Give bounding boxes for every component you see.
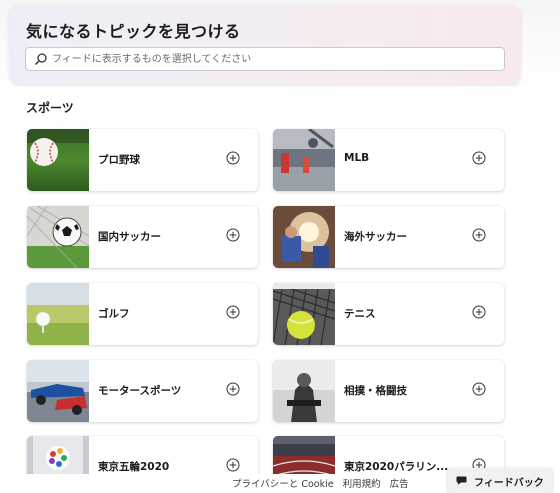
stadium-icon: [273, 129, 335, 191]
topic-label: モータースポーツ: [98, 385, 182, 397]
topic-thumbnail: [273, 206, 335, 268]
topic-thumbnail: [27, 129, 89, 191]
topic-label: 国内サッカー: [98, 231, 161, 243]
race-car-icon: [27, 360, 89, 422]
topic-tile-overseas-soccer[interactable]: 海外サッカー: [273, 206, 504, 268]
feedback-icon: [456, 476, 467, 485]
search-icon: [34, 53, 47, 66]
privacy-cookie-link[interactable]: プライバシーと Cookie: [232, 479, 334, 490]
topic-label: 相撲・格闘技: [344, 385, 407, 397]
ads-link[interactable]: 広告: [390, 479, 409, 490]
fighter-icon: [273, 360, 335, 422]
page-title: 気になるトピックを見つける: [26, 22, 241, 41]
add-circle-icon[interactable]: [226, 305, 240, 319]
footer-links: プライバシーと Cookie 利用規約 広告: [232, 476, 418, 490]
topic-search-box[interactable]: [25, 47, 505, 71]
golf-ball-icon: [27, 283, 89, 345]
terms-link[interactable]: 利用規約: [343, 479, 381, 490]
add-circle-icon[interactable]: [226, 382, 240, 396]
topic-label: テニス: [344, 308, 376, 320]
add-circle-icon[interactable]: [226, 228, 240, 242]
topic-thumbnail: [27, 283, 89, 345]
add-circle-icon[interactable]: [472, 228, 486, 242]
soccer-player-icon: [273, 206, 335, 268]
add-circle-icon[interactable]: [472, 305, 486, 319]
topic-tile-domestic-soccer[interactable]: 国内サッカー: [27, 206, 258, 268]
topic-thumbnail: [273, 129, 335, 191]
baseball-icon: [27, 129, 89, 191]
topic-tile-motorsports[interactable]: モータースポーツ: [27, 360, 258, 422]
topic-search-input[interactable]: [52, 50, 492, 68]
topic-finder-header: 気になるトピックを見つける: [10, 6, 520, 84]
topic-tile-sumo-martial-arts[interactable]: 相撲・格闘技: [273, 360, 504, 422]
topic-label: 東京2020パラリン...: [344, 461, 449, 473]
topic-label: 東京五輪2020: [98, 461, 170, 473]
topic-label: ゴルフ: [98, 308, 130, 320]
feedback-button[interactable]: フィードバック: [448, 468, 552, 493]
add-circle-icon[interactable]: [226, 458, 240, 472]
add-circle-icon[interactable]: [472, 151, 486, 165]
topic-tile-golf[interactable]: ゴルフ: [27, 283, 258, 345]
soccer-ball-icon: [27, 206, 89, 268]
topic-thumbnail: [273, 283, 335, 345]
topic-label: 海外サッカー: [344, 231, 407, 243]
section-title: スポーツ: [26, 101, 74, 115]
topic-tile-tennis[interactable]: テニス: [273, 283, 504, 345]
topic-thumbnail: [27, 206, 89, 268]
topic-thumbnail: [27, 360, 89, 422]
tennis-ball-icon: [273, 283, 335, 345]
topic-thumbnail: [273, 360, 335, 422]
add-circle-icon[interactable]: [472, 382, 486, 396]
topic-tile-mlb[interactable]: MLB: [273, 129, 504, 191]
feedback-label: フィードバック: [474, 478, 544, 489]
add-circle-icon[interactable]: [226, 151, 240, 165]
topic-label: プロ野球: [98, 154, 140, 166]
topic-tile-pro-baseball[interactable]: プロ野球: [27, 129, 258, 191]
topic-label: MLB: [344, 152, 370, 164]
